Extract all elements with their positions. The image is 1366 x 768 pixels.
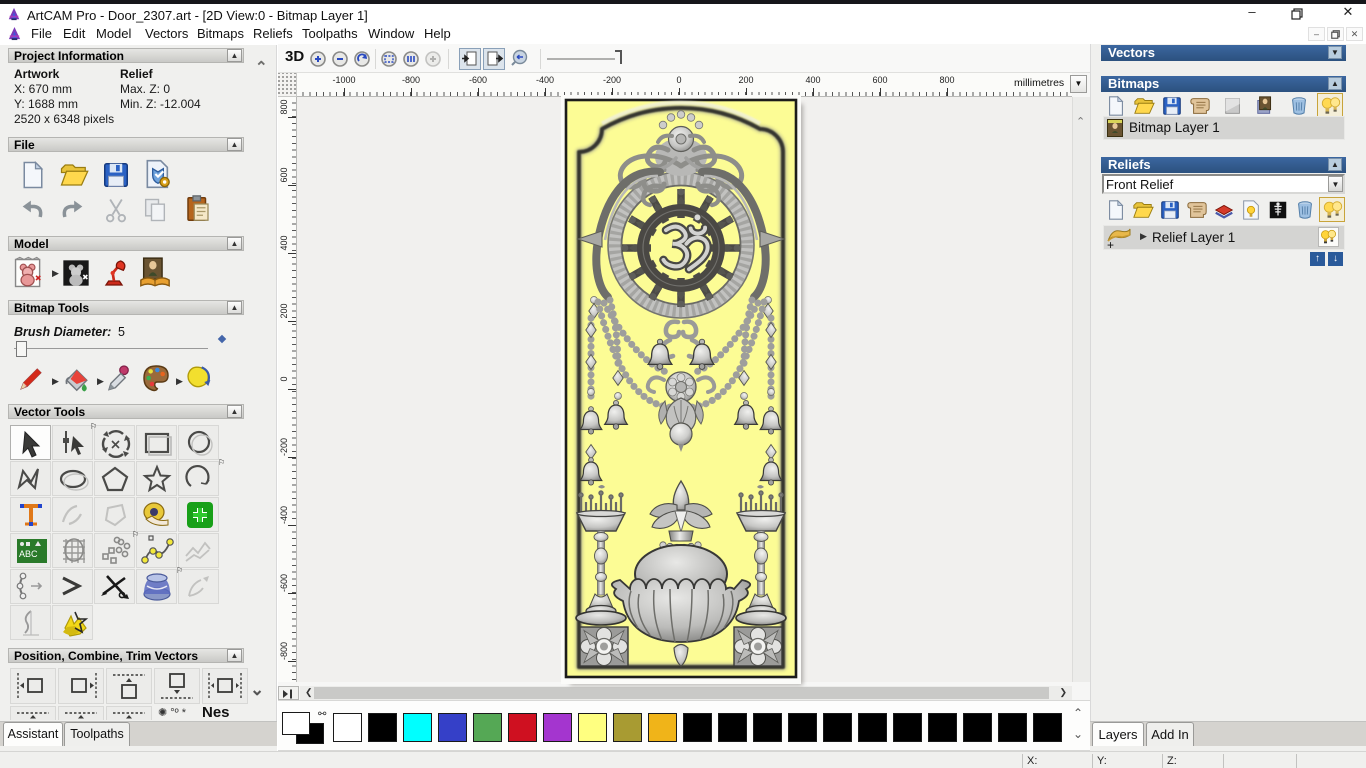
svg-text:ABC: ABC [19, 549, 38, 559]
